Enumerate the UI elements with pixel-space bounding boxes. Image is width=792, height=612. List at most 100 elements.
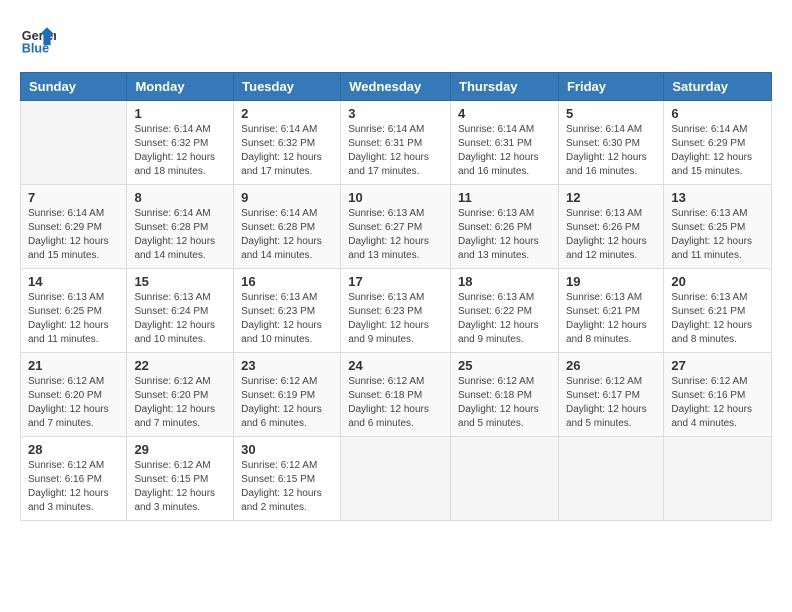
calendar-day-cell: 18 Sunrise: 6:13 AMSunset: 6:22 PMDayligh… xyxy=(451,269,559,353)
day-info: Sunrise: 6:12 AMSunset: 6:18 PMDaylight:… xyxy=(458,375,551,431)
day-info: Sunrise: 6:13 AMSunset: 6:25 PMDaylight:… xyxy=(671,207,764,263)
calendar-day-header: Thursday xyxy=(451,73,559,101)
day-number: 26 xyxy=(566,358,656,373)
day-info: Sunrise: 6:13 AMSunset: 6:24 PMDaylight:… xyxy=(134,291,226,347)
calendar-day-cell: 12Sunrise: 6:13 AMSunset: 6:26 PMDayligh… xyxy=(558,185,663,269)
day-number: 15 xyxy=(134,274,226,289)
day-number: 23 xyxy=(241,358,333,373)
day-info: Sunrise: 6:12 AMSunset: 6:15 PMDaylight:… xyxy=(134,459,226,515)
calendar-day-cell: 7 Sunrise: 6:14 AMSunset: 6:29 PMDaylight… xyxy=(21,185,127,269)
day-info: Sunrise: 6:12 AMSunset: 6:17 PMDaylight:… xyxy=(566,375,656,431)
calendar-day-cell: 1 Sunrise: 6:14 AMSunset: 6:32 PMDaylight… xyxy=(127,101,234,185)
day-info: Sunrise: 6:14 AMSunset: 6:31 PMDaylight:… xyxy=(348,123,443,179)
calendar-week-row: 7 Sunrise: 6:14 AMSunset: 6:29 PMDaylight… xyxy=(21,185,772,269)
calendar-day-cell xyxy=(341,437,451,521)
day-info: Sunrise: 6:12 AMSunset: 6:20 PMDaylight:… xyxy=(134,375,226,431)
calendar-day-cell xyxy=(451,437,559,521)
calendar-day-cell: 21Sunrise: 6:12 AMSunset: 6:20 PMDayligh… xyxy=(21,353,127,437)
day-info: Sunrise: 6:12 AMSunset: 6:16 PMDaylight:… xyxy=(671,375,764,431)
logo-icon: General Blue xyxy=(20,20,56,56)
calendar-day-cell: 23 Sunrise: 6:12 AMSunset: 6:19 PMDayligh… xyxy=(234,353,341,437)
calendar-day-cell: 16 Sunrise: 6:13 AMSunset: 6:23 PMDayligh… xyxy=(234,269,341,353)
day-number: 7 xyxy=(28,190,119,205)
day-info: Sunrise: 6:13 AMSunset: 6:22 PMDaylight:… xyxy=(458,291,551,347)
calendar-day-cell: 22 Sunrise: 6:12 AMSunset: 6:20 PMDayligh… xyxy=(127,353,234,437)
calendar-week-row: 28 Sunrise: 6:12 AMSunset: 6:16 PMDayligh… xyxy=(21,437,772,521)
day-info: Sunrise: 6:12 AMSunset: 6:19 PMDaylight:… xyxy=(241,375,333,431)
day-info: Sunrise: 6:14 AMSunset: 6:32 PMDaylight:… xyxy=(241,123,333,179)
calendar-day-cell: 27 Sunrise: 6:12 AMSunset: 6:16 PMDayligh… xyxy=(664,353,772,437)
calendar-day-cell: 8 Sunrise: 6:14 AMSunset: 6:28 PMDaylight… xyxy=(127,185,234,269)
day-number: 17 xyxy=(348,274,443,289)
calendar-header-row: SundayMondayTuesdayWednesdayThursdayFrid… xyxy=(21,73,772,101)
calendar-day-cell xyxy=(664,437,772,521)
day-info: Sunrise: 6:14 AMSunset: 6:29 PMDaylight:… xyxy=(28,207,119,263)
day-number: 14 xyxy=(28,274,119,289)
day-number: 5 xyxy=(566,106,656,121)
day-number: 11 xyxy=(458,190,551,205)
day-info: Sunrise: 6:14 AMSunset: 6:30 PMDaylight:… xyxy=(566,123,656,179)
day-info: Sunrise: 6:12 AMSunset: 6:15 PMDaylight:… xyxy=(241,459,333,515)
calendar-week-row: 14Sunrise: 6:13 AMSunset: 6:25 PMDayligh… xyxy=(21,269,772,353)
day-number: 19 xyxy=(566,274,656,289)
calendar-day-cell: 19 Sunrise: 6:13 AMSunset: 6:21 PMDayligh… xyxy=(558,269,663,353)
day-number: 22 xyxy=(134,358,226,373)
calendar-day-header: Monday xyxy=(127,73,234,101)
calendar-day-cell: 2 Sunrise: 6:14 AMSunset: 6:32 PMDaylight… xyxy=(234,101,341,185)
day-number: 8 xyxy=(134,190,226,205)
calendar-day-header: Wednesday xyxy=(341,73,451,101)
calendar-day-header: Sunday xyxy=(21,73,127,101)
day-number: 24 xyxy=(348,358,443,373)
calendar-day-cell: 6Sunrise: 6:14 AMSunset: 6:29 PMDaylight… xyxy=(664,101,772,185)
calendar-day-header: Tuesday xyxy=(234,73,341,101)
day-number: 2 xyxy=(241,106,333,121)
day-info: Sunrise: 6:14 AMSunset: 6:31 PMDaylight:… xyxy=(458,123,551,179)
day-info: Sunrise: 6:14 AMSunset: 6:28 PMDaylight:… xyxy=(134,207,226,263)
calendar-day-cell: 4 Sunrise: 6:14 AMSunset: 6:31 PMDaylight… xyxy=(451,101,559,185)
day-info: Sunrise: 6:13 AMSunset: 6:21 PMDaylight:… xyxy=(671,291,764,347)
day-info: Sunrise: 6:12 AMSunset: 6:16 PMDaylight:… xyxy=(28,459,119,515)
calendar-table: SundayMondayTuesdayWednesdayThursdayFrid… xyxy=(20,72,772,521)
day-info: Sunrise: 6:13 AMSunset: 6:21 PMDaylight:… xyxy=(566,291,656,347)
page-header: General Blue xyxy=(20,20,772,56)
day-info: Sunrise: 6:14 AMSunset: 6:32 PMDaylight:… xyxy=(134,123,226,179)
calendar-week-row: 1 Sunrise: 6:14 AMSunset: 6:32 PMDaylight… xyxy=(21,101,772,185)
day-number: 25 xyxy=(458,358,551,373)
day-number: 13 xyxy=(671,190,764,205)
day-info: Sunrise: 6:13 AMSunset: 6:23 PMDaylight:… xyxy=(348,291,443,347)
day-number: 30 xyxy=(241,442,333,457)
calendar-day-cell: 24 Sunrise: 6:12 AMSunset: 6:18 PMDayligh… xyxy=(341,353,451,437)
day-number: 1 xyxy=(134,106,226,121)
day-number: 28 xyxy=(28,442,119,457)
calendar-day-cell: 5 Sunrise: 6:14 AMSunset: 6:30 PMDaylight… xyxy=(558,101,663,185)
calendar-day-cell: 30 Sunrise: 6:12 AMSunset: 6:15 PMDayligh… xyxy=(234,437,341,521)
day-info: Sunrise: 6:13 AMSunset: 6:23 PMDaylight:… xyxy=(241,291,333,347)
calendar-day-cell: 29 Sunrise: 6:12 AMSunset: 6:15 PMDayligh… xyxy=(127,437,234,521)
day-info: Sunrise: 6:12 AMSunset: 6:18 PMDaylight:… xyxy=(348,375,443,431)
day-number: 27 xyxy=(671,358,764,373)
day-number: 4 xyxy=(458,106,551,121)
day-number: 6 xyxy=(671,106,764,121)
calendar-day-header: Friday xyxy=(558,73,663,101)
logo: General Blue xyxy=(20,20,60,56)
calendar-day-cell: 14Sunrise: 6:13 AMSunset: 6:25 PMDayligh… xyxy=(21,269,127,353)
calendar-day-header: Saturday xyxy=(664,73,772,101)
calendar-day-cell: 13 Sunrise: 6:13 AMSunset: 6:25 PMDayligh… xyxy=(664,185,772,269)
calendar-day-cell: 15 Sunrise: 6:13 AMSunset: 6:24 PMDayligh… xyxy=(127,269,234,353)
day-number: 18 xyxy=(458,274,551,289)
day-info: Sunrise: 6:12 AMSunset: 6:20 PMDaylight:… xyxy=(28,375,119,431)
calendar-day-cell: 28 Sunrise: 6:12 AMSunset: 6:16 PMDayligh… xyxy=(21,437,127,521)
day-info: Sunrise: 6:13 AMSunset: 6:26 PMDaylight:… xyxy=(566,207,656,263)
calendar-day-cell: 26 Sunrise: 6:12 AMSunset: 6:17 PMDayligh… xyxy=(558,353,663,437)
calendar-week-row: 21Sunrise: 6:12 AMSunset: 6:20 PMDayligh… xyxy=(21,353,772,437)
day-number: 29 xyxy=(134,442,226,457)
calendar-day-cell: 25 Sunrise: 6:12 AMSunset: 6:18 PMDayligh… xyxy=(451,353,559,437)
day-number: 20 xyxy=(671,274,764,289)
calendar-day-cell: 20 Sunrise: 6:13 AMSunset: 6:21 PMDayligh… xyxy=(664,269,772,353)
day-number: 16 xyxy=(241,274,333,289)
day-info: Sunrise: 6:13 AMSunset: 6:27 PMDaylight:… xyxy=(348,207,443,263)
calendar-day-cell xyxy=(21,101,127,185)
day-number: 3 xyxy=(348,106,443,121)
calendar-day-cell: 11Sunrise: 6:13 AMSunset: 6:26 PMDayligh… xyxy=(451,185,559,269)
day-info: Sunrise: 6:14 AMSunset: 6:28 PMDaylight:… xyxy=(241,207,333,263)
